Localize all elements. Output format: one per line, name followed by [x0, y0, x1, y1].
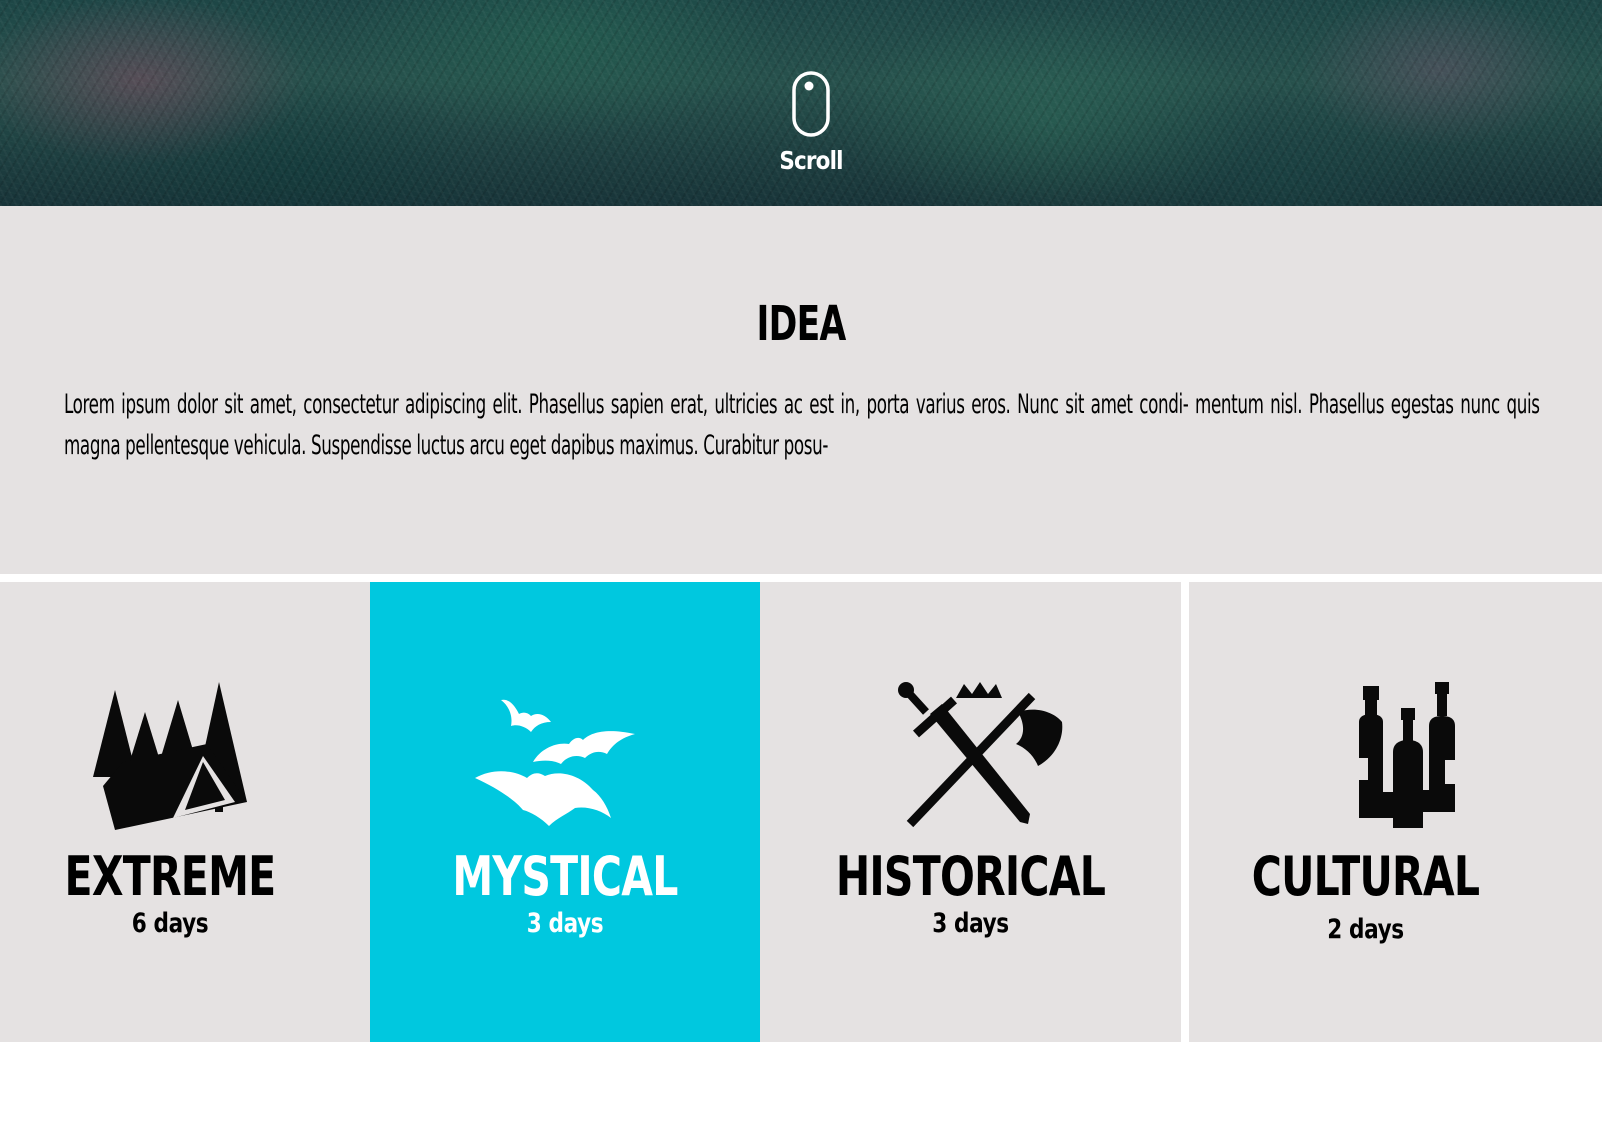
section-title: IDEA [756, 296, 846, 352]
scroll-indicator[interactable]: Scroll [771, 70, 851, 175]
category-tile-historical[interactable]: HISTORICAL 3 days [760, 582, 1181, 1042]
category-tile-extreme[interactable]: EXTREME 6 days [0, 582, 370, 1042]
mouse-icon [792, 71, 830, 137]
category-name: HISTORICAL [835, 845, 1106, 908]
section-description: Lorem ipsum dolor sit amet, consectetur … [64, 389, 1540, 461]
tent-forest-icon [93, 682, 247, 830]
category-name: EXTREME [64, 845, 277, 908]
idea-section: IDEA Lorem ipsum dolor sit amet, consect… [0, 206, 1602, 574]
category-tile-cultural[interactable]: CULTURAL 2 days [1189, 582, 1602, 1042]
category-tile-mystical[interactable]: MYSTICAL 3 days [370, 582, 760, 1042]
hero-banner: Scroll [0, 0, 1602, 206]
scroll-label: Scroll [779, 146, 843, 175]
bats-icon [475, 699, 635, 826]
crossed-weapons-icon [897, 682, 1062, 828]
category-name: CULTURAL [1251, 845, 1480, 908]
category-duration: 3 days [526, 908, 604, 939]
wine-bottles-icon [1358, 682, 1455, 828]
category-duration: 3 days [932, 908, 1009, 939]
category-duration: 6 days [131, 908, 209, 939]
category-name: MYSTICAL [452, 845, 678, 908]
category-duration: 2 days [1327, 914, 1404, 945]
